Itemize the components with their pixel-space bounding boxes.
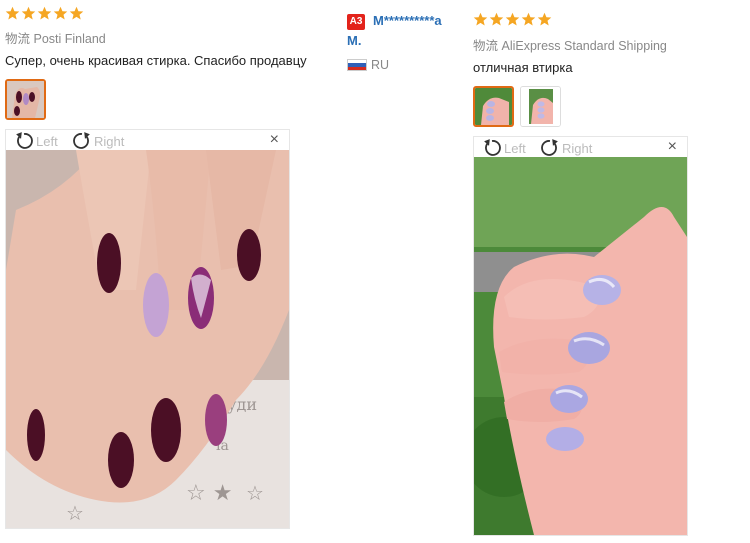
star-icon xyxy=(69,6,84,20)
star-icon xyxy=(37,6,52,20)
star-icon xyxy=(21,6,36,20)
photo-viewer: Left Right × Студи ia ☆ ★ ☆ ☆ xyxy=(5,129,290,529)
close-viewer-button[interactable]: × xyxy=(270,132,279,148)
review-photo-thumbnail[interactable] xyxy=(5,79,46,120)
star-icon xyxy=(537,12,552,26)
svg-text:☆: ☆ xyxy=(66,501,84,525)
rotate-right-button[interactable]: Right xyxy=(540,138,592,158)
shipping-info: 物流 AliExpress Standard Shipping xyxy=(473,35,667,54)
thumbnail-image xyxy=(475,88,512,125)
selected-indicator xyxy=(20,119,32,120)
rotate-right-icon xyxy=(73,132,90,149)
review-photo xyxy=(474,157,687,535)
reviewer-country: RU xyxy=(371,58,390,72)
review-photo: Студи ia ☆ ★ ☆ ☆ xyxy=(6,150,289,528)
rotate-left-button[interactable]: Left xyxy=(482,138,526,158)
review-photo-image: Студи ia ☆ ★ ☆ ☆ xyxy=(6,150,289,528)
review-photo-image xyxy=(474,157,687,535)
star-icon xyxy=(53,6,68,20)
review-photo-thumbnail[interactable] xyxy=(473,86,514,127)
viewer-toolbar: Left Right × xyxy=(6,130,289,150)
star-icon xyxy=(521,12,536,26)
rotate-right-label: Right xyxy=(562,140,593,156)
svg-text:☆: ☆ xyxy=(246,481,264,505)
russia-flag-icon xyxy=(347,59,367,71)
svg-text:☆ ★: ☆ ★ xyxy=(186,481,232,506)
review-text: Супер, очень красивая стирка. Спасибо пр… xyxy=(5,53,307,68)
rotate-right-icon xyxy=(541,139,558,156)
shipping-method: AliExpress Standard Shipping xyxy=(501,39,667,53)
reviewer-name-continued: M. xyxy=(347,33,362,48)
shipping-label: 物流 xyxy=(473,38,499,53)
rotate-left-button[interactable]: Left xyxy=(14,131,58,151)
thumbnail-image xyxy=(521,87,560,126)
review-text: отличная втирка xyxy=(473,60,573,75)
review-photo-thumbnail[interactable] xyxy=(520,86,561,127)
rotate-left-label: Left xyxy=(36,133,58,149)
reviewer-name: M**********a xyxy=(373,13,442,28)
rotate-right-button[interactable]: Right xyxy=(72,131,124,151)
shipping-method: Posti Finland xyxy=(33,32,106,46)
rotate-left-label: Left xyxy=(504,140,526,156)
viewer-toolbar: Left Right × xyxy=(474,137,687,157)
level-badge: A3 xyxy=(347,14,365,30)
star-icon xyxy=(489,12,504,26)
rating-stars xyxy=(473,12,552,27)
rating-stars xyxy=(5,6,84,21)
rotate-left-icon xyxy=(484,139,501,156)
selected-indicator xyxy=(488,126,500,127)
close-viewer-button[interactable]: × xyxy=(668,139,677,155)
shipping-info: 物流 Posti Finland xyxy=(5,28,106,47)
rotate-left-icon xyxy=(16,132,33,149)
star-icon xyxy=(473,12,488,26)
photo-viewer: Left Right × xyxy=(473,136,688,536)
shipping-label: 物流 xyxy=(5,31,31,46)
rotate-right-label: Right xyxy=(94,133,125,149)
thumbnail-image xyxy=(7,81,44,118)
star-icon xyxy=(5,6,20,20)
star-icon xyxy=(505,12,520,26)
